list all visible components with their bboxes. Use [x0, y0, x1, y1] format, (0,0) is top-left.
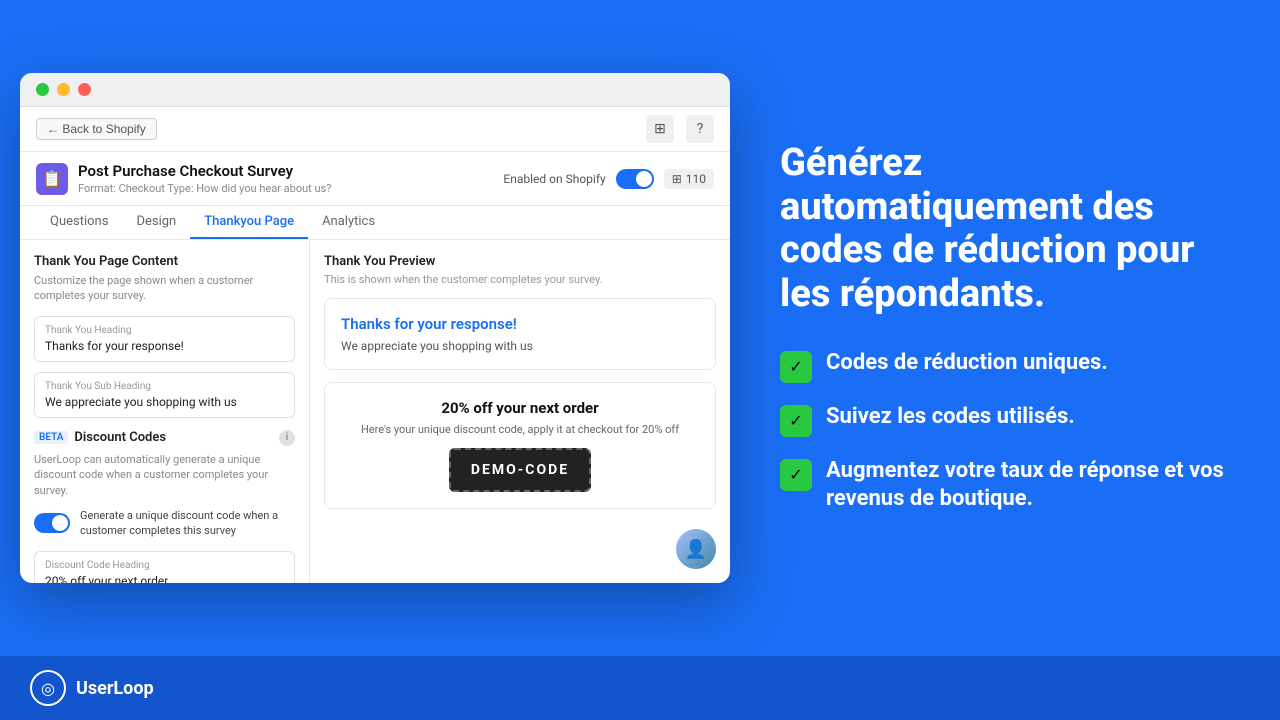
right-preview: Thank You Preview This is shown when the… [310, 240, 730, 583]
thank-you-heading-value: Thanks for your response! [45, 339, 284, 353]
tab-thankyou-page[interactable]: Thankyou Page [190, 206, 308, 239]
nav-tabs: Questions Design Thankyou Page Analytics [20, 206, 730, 240]
feature-item-3: ✓ Augmentez votre taux de réponse et vos… [780, 457, 1230, 514]
feature-list: ✓ Codes de réduction uniques. ✓ Suivez l… [780, 349, 1230, 514]
enabled-label: Enabled on Shopify [503, 172, 605, 186]
discount-card-title: 20% off your next order [341, 399, 699, 417]
info-icon[interactable]: i [279, 430, 295, 446]
survey-title: Post Purchase Checkout Survey [78, 162, 331, 180]
shopify-toggle[interactable] [616, 169, 654, 189]
traffic-light-red[interactable] [78, 83, 91, 96]
traffic-light-yellow[interactable] [57, 83, 70, 96]
logo-text: UserLoop [76, 678, 154, 699]
top-navigation-bar: ← Back to Shopify ⊞ ? [20, 107, 730, 152]
beta-badge: BETA [34, 431, 68, 444]
feature-text-3: Augmentez votre taux de réponse et vos r… [826, 457, 1230, 514]
top-bar-icons: ⊞ ? [646, 115, 714, 143]
thank-you-subheading-label: Thank You Sub Heading [45, 381, 284, 392]
help-icon[interactable]: ? [686, 115, 714, 143]
marketing-panel: Générez automatiquement des codes de réd… [730, 0, 1280, 656]
back-to-shopify-button[interactable]: ← Back to Shopify [36, 118, 157, 140]
discount-heading-field[interactable]: Discount Code Heading 20% off your next … [34, 551, 295, 583]
avatar-image: 👤 [676, 529, 716, 569]
survey-icon: 📋 [36, 163, 68, 195]
demo-code-display: DEMO-CODE [449, 448, 591, 492]
response-count: 110 [686, 172, 706, 186]
discount-desc: UserLoop can automatically generate a un… [34, 452, 295, 498]
survey-info: 📋 Post Purchase Checkout Survey Format: … [36, 162, 331, 195]
discount-toggle[interactable] [34, 513, 70, 533]
content-area: Thank You Page Content Customize the pag… [20, 240, 730, 583]
survey-details: Post Purchase Checkout Survey Format: Ch… [78, 162, 331, 195]
tab-questions[interactable]: Questions [36, 206, 122, 239]
section-desc: Customize the page shown when a customer… [34, 273, 295, 304]
traffic-light-green[interactable] [36, 83, 49, 96]
app-window: ← Back to Shopify ⊞ ? 📋 Post Purchase Ch… [20, 73, 730, 583]
discount-card-desc: Here's your unique discount code, apply … [341, 423, 699, 436]
check-icon-2: ✓ [780, 405, 812, 437]
feature-item-1: ✓ Codes de réduction uniques. [780, 349, 1230, 383]
toggle-knob [636, 171, 652, 187]
discount-heading-value: 20% off your next order [45, 574, 284, 583]
survey-meta: Format: Checkout Type: How did you hear … [78, 182, 331, 195]
thank-you-subheading-value: We appreciate you shopping with us [45, 395, 284, 409]
check-icon-3: ✓ [780, 459, 812, 491]
userloop-logo: ◎ UserLoop [30, 670, 154, 706]
feature-item-2: ✓ Suivez les codes utilisés. [780, 403, 1230, 437]
logo-symbol: ◎ [41, 679, 55, 698]
logo-icon: ◎ [30, 670, 66, 706]
preview-response-subtext: We appreciate you shopping with us [341, 339, 699, 353]
tab-analytics[interactable]: Analytics [308, 206, 389, 239]
title-bar [20, 73, 730, 107]
feature-text-2: Suivez les codes utilisés. [826, 403, 1075, 432]
survey-actions: Enabled on Shopify ⊞ 110 [503, 169, 714, 189]
discount-preview-card: 20% off your next order Here's your uniq… [324, 382, 716, 509]
thank-you-heading-field[interactable]: Thank You Heading Thanks for your respon… [34, 316, 295, 362]
survey-header: 📋 Post Purchase Checkout Survey Format: … [20, 152, 730, 206]
discount-toggle-label: Generate a unique discount code when a c… [80, 508, 295, 539]
feature-text-1: Codes de réduction uniques. [826, 349, 1108, 378]
preview-title: Thank You Preview [324, 254, 716, 269]
check-icon-1: ✓ [780, 351, 812, 383]
preview-response-heading: Thanks for your response! [341, 315, 699, 333]
section-title: Thank You Page Content [34, 254, 295, 269]
hero-title: Générez automatiquement des codes de réd… [780, 142, 1230, 317]
discount-section: BETA Discount Codes i UserLoop can autom… [34, 430, 295, 583]
preview-desc: This is shown when the customer complete… [324, 273, 716, 286]
discount-title: Discount Codes [74, 430, 166, 445]
thank-you-heading-label: Thank You Heading [45, 325, 284, 336]
avatar: 👤 [676, 529, 716, 569]
grid-icon[interactable]: ⊞ [646, 115, 674, 143]
tab-design[interactable]: Design [122, 206, 190, 239]
bottom-bar: ◎ UserLoop [0, 656, 1280, 720]
response-preview-card: Thanks for your response! We appreciate … [324, 298, 716, 370]
discount-toggle-row: Generate a unique discount code when a c… [34, 508, 295, 539]
response-count-badge: ⊞ 110 [664, 169, 714, 189]
discount-header: BETA Discount Codes i [34, 430, 295, 446]
discount-toggle-knob [52, 515, 68, 531]
thank-you-subheading-field[interactable]: Thank You Sub Heading We appreciate you … [34, 372, 295, 418]
discount-heading-label: Discount Code Heading [45, 560, 284, 571]
count-icon: ⊞ [672, 172, 682, 186]
left-panel: ← Back to Shopify ⊞ ? 📋 Post Purchase Ch… [0, 0, 730, 656]
left-sidebar: Thank You Page Content Customize the pag… [20, 240, 310, 583]
